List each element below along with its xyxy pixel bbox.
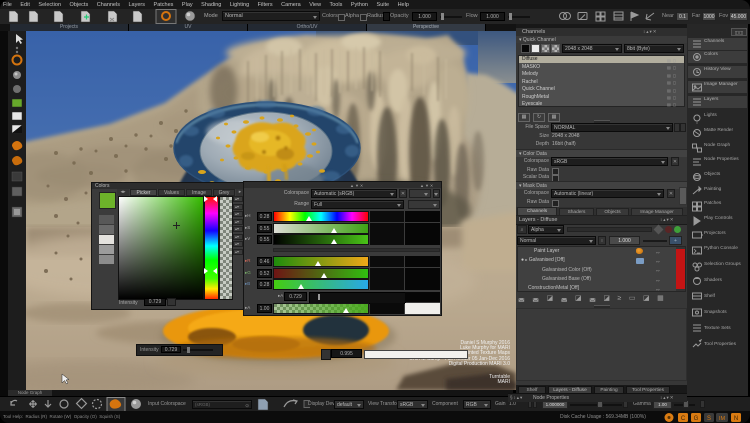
svg-text:C: C	[681, 416, 686, 422]
svg-text:IM: IM	[719, 416, 726, 422]
svg-text:N: N	[734, 416, 738, 422]
svg-text:S: S	[707, 416, 711, 422]
svg-text:G: G	[694, 416, 699, 422]
